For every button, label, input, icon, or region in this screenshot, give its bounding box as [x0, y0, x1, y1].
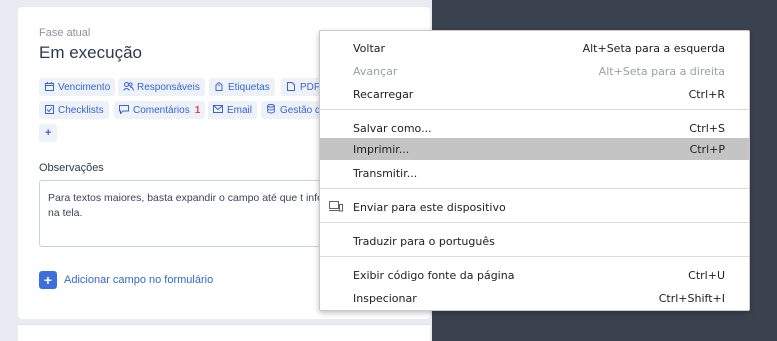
menu-separator [320, 188, 749, 189]
context-menu: Voltar Alt+Seta para a esquerda Avançar … [319, 30, 750, 311]
menu-item-label: Traduzir para o português [353, 234, 495, 248]
menu-item-label: Inspecionar [353, 291, 417, 305]
add-field-button[interactable]: + Adicionar campo no formulário [39, 271, 213, 289]
menu-item-reload[interactable]: Recarregar Ctrl+R [320, 83, 749, 105]
chip-label: Responsáveis [137, 81, 200, 93]
users-icon [123, 81, 134, 93]
menu-item-forward: Avançar Alt+Seta para a direita [320, 60, 749, 82]
menu-item-label: Enviar para este dispositivo [353, 200, 506, 214]
menu-item-shortcut: Alt+Seta para a esquerda [582, 41, 725, 55]
menu-item-inspect[interactable]: Inspecionar Ctrl+Shift+I [320, 287, 749, 309]
menu-item-cast[interactable]: Transmitir... [320, 162, 749, 184]
menu-item-translate[interactable]: Traduzir para o português [320, 230, 749, 252]
menu-item-shortcut: Ctrl+Shift+I [658, 291, 725, 305]
chip-label: PDF [300, 81, 320, 93]
database-icon [266, 104, 276, 116]
menu-item-save-as[interactable]: Salvar como... Ctrl+S [320, 117, 749, 139]
chip-comentarios[interactable]: Comentários 1 [114, 101, 206, 119]
observations-label: Observações [39, 162, 104, 174]
phase-label: Fase atual [39, 27, 91, 39]
comment-count-badge: 1 [194, 104, 201, 116]
menu-item-label: Transmitir... [353, 166, 418, 180]
chip-label: Email [227, 104, 253, 116]
chip-add-more[interactable]: + [39, 124, 58, 142]
mail-icon [213, 105, 223, 115]
menu-item-label: Recarregar [353, 87, 414, 101]
menu-item-print[interactable]: Imprimir... Ctrl+P [320, 138, 749, 160]
menu-separator [320, 109, 749, 110]
chip-label: Comentários [133, 104, 190, 116]
plus-icon: + [39, 271, 57, 289]
chip-checklists[interactable]: Checklists [39, 101, 109, 119]
chip-label: Vencimento [58, 81, 111, 93]
document-icon [286, 81, 296, 93]
menu-separator [320, 256, 749, 257]
menu-item-label: Salvar como... [353, 121, 432, 135]
menu-item-label: Voltar [353, 41, 386, 55]
chip-vencimento[interactable]: Vencimento [39, 78, 116, 96]
menu-item-shortcut: Ctrl+P [689, 142, 725, 156]
chip-responsaveis[interactable]: Responsáveis [118, 78, 205, 96]
tag-icon [214, 81, 224, 93]
menu-item-shortcut: Ctrl+S [689, 121, 725, 135]
menu-item-shortcut: Alt+Seta para a direita [598, 64, 725, 78]
menu-item-shortcut: Ctrl+R [688, 87, 725, 101]
checklist-icon [44, 104, 54, 116]
next-card [18, 324, 430, 341]
menu-item-label: Imprimir... [353, 142, 410, 156]
chip-label: Gestão d [280, 104, 321, 116]
comment-icon [119, 104, 129, 116]
menu-item-send-to-device[interactable]: Enviar para este dispositivo [320, 196, 749, 218]
menu-item-label: Avançar [353, 64, 398, 78]
calendar-icon [44, 81, 54, 93]
menu-item-back[interactable]: Voltar Alt+Seta para a esquerda [320, 37, 749, 59]
menu-item-label: Exibir código fonte da página [353, 268, 515, 282]
menu-item-shortcut: Ctrl+U [688, 268, 725, 282]
chip-email[interactable]: Email [208, 101, 258, 119]
chip-gestao[interactable]: Gestão d [261, 101, 326, 119]
menu-separator [320, 222, 749, 223]
chip-etiquetas[interactable]: Etiquetas [209, 78, 275, 96]
menu-item-view-source[interactable]: Exibir código fonte da página Ctrl+U [320, 264, 749, 286]
chip-label: Etiquetas [228, 81, 270, 93]
phase-title: Em execução [39, 43, 142, 62]
devices-icon [329, 201, 343, 212]
plus-label: + [45, 127, 52, 139]
chip-label: Checklists [58, 104, 104, 116]
add-field-label: Adicionar campo no formulário [64, 274, 214, 286]
